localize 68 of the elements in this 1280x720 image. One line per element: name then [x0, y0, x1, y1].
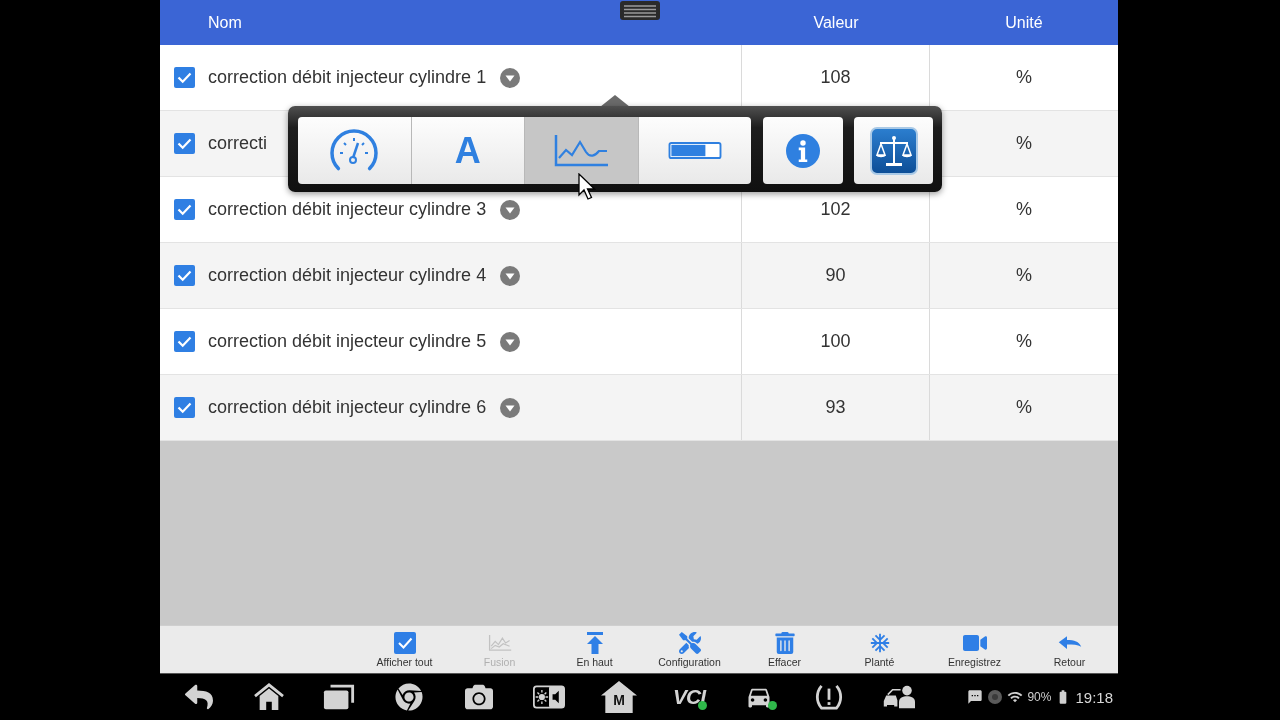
info-icon	[786, 133, 820, 168]
back-button[interactable]: Retour	[1022, 626, 1117, 673]
checkbox[interactable]	[174, 199, 195, 220]
wifi-icon	[1007, 689, 1024, 705]
column-header: Unité	[1005, 13, 1043, 32]
parameter-name: correction débit injecteur cylindre 4	[208, 265, 487, 286]
battery-percent: 90%	[1027, 690, 1052, 704]
column-header: Nom	[208, 13, 242, 32]
unit-text: %	[1016, 397, 1032, 418]
line-graph-icon	[553, 133, 610, 168]
value-text: 102	[820, 199, 851, 220]
value-text: 108	[820, 67, 851, 88]
unit-text: %	[1016, 199, 1032, 220]
checkbox[interactable]	[174, 331, 195, 352]
home-icon	[253, 683, 285, 711]
clock-time: 19:18	[1075, 688, 1113, 706]
brightness-volume-icon	[533, 683, 565, 711]
progress-bar-icon	[667, 142, 722, 159]
scale-view-button[interactable]	[854, 117, 933, 184]
text-view-button[interactable]: A	[411, 117, 525, 184]
car-and-person-icon	[883, 683, 915, 711]
delete-button[interactable]: Effacer	[737, 626, 832, 673]
tire-pressure-icon	[813, 683, 845, 711]
show-all-button[interactable]: Afficher tout	[357, 626, 452, 673]
parameter-name: correction débit injecteur cylindre 5	[208, 331, 487, 352]
info-view-button[interactable]	[763, 117, 843, 184]
status-circle-icon	[987, 689, 1004, 705]
top-button[interactable]: En haut	[547, 626, 642, 673]
recent-apps-icon	[323, 683, 355, 711]
drag-handle-icon[interactable]	[620, 1, 660, 20]
unit-text: %	[1016, 331, 1032, 352]
message-icon	[967, 689, 984, 705]
checkbox[interactable]	[174, 67, 195, 88]
tools-icon	[677, 631, 702, 654]
dropdown-icon[interactable]	[500, 397, 521, 418]
balance-scale-icon	[869, 126, 918, 175]
unit-text: %	[1016, 265, 1032, 286]
camera-icon	[463, 683, 495, 711]
trash-icon	[772, 631, 797, 654]
vci-button[interactable]: VCI	[659, 677, 719, 717]
dropdown-icon[interactable]	[500, 265, 521, 286]
back-icon	[183, 683, 215, 711]
m-home-button[interactable]: M	[601, 681, 637, 713]
checkbox[interactable]	[174, 265, 195, 286]
dropdown-icon[interactable]	[500, 67, 521, 88]
unit-text: %	[1016, 67, 1032, 88]
gauge-view-button[interactable]	[298, 117, 412, 184]
graph-view-button[interactable]	[525, 117, 639, 184]
record-button[interactable]: Enregistrez	[927, 626, 1022, 673]
checkbox-icon	[392, 631, 417, 654]
config-button[interactable]: Configuration	[642, 626, 737, 673]
value-text: 90	[825, 265, 846, 286]
column-header: Valeur	[813, 13, 859, 32]
checkbox[interactable]	[174, 133, 195, 154]
bar-view-button[interactable]	[638, 117, 751, 184]
gauge-icon	[329, 128, 380, 173]
parameter-name: correction débit injecteur cylindre 1	[208, 67, 487, 88]
freeze-button[interactable]: Planté	[832, 626, 927, 673]
browser-icon	[393, 683, 425, 711]
dropdown-icon[interactable]	[500, 199, 521, 220]
dropdown-icon[interactable]	[500, 331, 521, 352]
parameter-name: correction débit injecteur cylindre 3	[208, 199, 487, 220]
parameter-name: correction débit injecteur cylindre 6	[208, 397, 487, 418]
value-text: 100	[820, 331, 851, 352]
value-text: 93	[825, 397, 846, 418]
checkbox[interactable]	[174, 397, 195, 418]
unit-text: %	[1016, 133, 1032, 154]
parameter-name: correcti	[208, 133, 267, 154]
